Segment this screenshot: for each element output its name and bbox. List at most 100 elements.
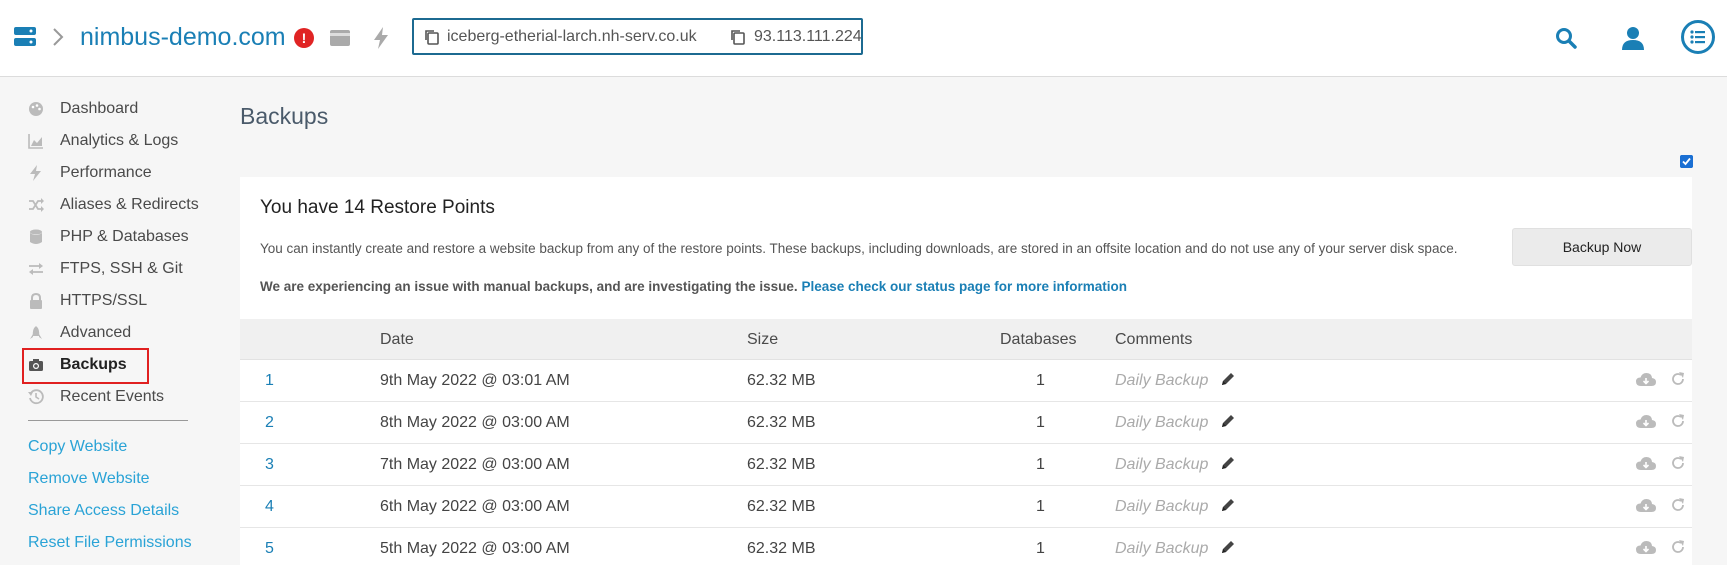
backup-databases: 1 [1036, 456, 1045, 473]
search-icon[interactable] [1555, 27, 1577, 49]
download-cloud-icon[interactable] [1636, 456, 1656, 472]
backup-databases: 1 [1036, 540, 1045, 557]
restore-icon[interactable] [1670, 413, 1686, 429]
bolt-icon [30, 165, 41, 181]
backup-comment: Daily Backup [1115, 372, 1209, 389]
sidebar-item-label: Dashboard [60, 100, 139, 117]
sidebar-item-label: HTTPS/SSL [60, 292, 148, 309]
table-row: 3 7th May 2022 @ 03:00 AM 62.32 MB 1 Daily B… [240, 444, 1692, 486]
checkbox[interactable] [1680, 155, 1693, 168]
status-page-link[interactable]: Please check our status page for more in… [801, 279, 1127, 294]
backup-date: 7th May 2022 @ 03:00 AM [380, 456, 570, 473]
list-icon[interactable] [1681, 20, 1715, 54]
backup-size: 62.32 MB [747, 540, 816, 557]
backup-comment: Daily Backup [1115, 456, 1209, 473]
chevron-right-icon [53, 28, 64, 46]
edit-comment-icon[interactable] [1220, 539, 1236, 555]
sidebar-item-label: PHP & Databases [60, 228, 189, 245]
backup-databases: 1 [1036, 414, 1045, 431]
user-icon[interactable] [1622, 26, 1644, 50]
top-bar: nimbus-demo.com ! iceberg-etherial-larch… [0, 0, 1727, 77]
server-info-box: iceberg-etherial-larch.nh-serv.co.uk 93.… [412, 18, 863, 55]
row-number[interactable]: 2 [265, 414, 274, 432]
restore-icon[interactable] [1670, 455, 1686, 471]
alert-icon[interactable]: ! [294, 28, 314, 48]
backup-date: 6th May 2022 @ 03:00 AM [380, 498, 570, 515]
backup-size: 62.32 MB [747, 414, 816, 431]
warning-message: We are experiencing an issue with manual… [260, 279, 1127, 294]
download-cloud-icon[interactable] [1636, 498, 1656, 514]
edit-comment-icon[interactable] [1220, 497, 1236, 513]
sidebar-item-advanced[interactable]: Advanced [22, 317, 222, 349]
row-number[interactable]: 4 [265, 498, 274, 516]
column-header-date: Date [380, 331, 414, 348]
rocket-icon [30, 326, 42, 339]
server-icon[interactable] [14, 27, 36, 47]
sidebar-item-dashboard[interactable]: Dashboard [22, 93, 222, 125]
restore-points-card: You have 14 Restore Points You can insta… [240, 177, 1692, 565]
download-cloud-icon[interactable] [1636, 414, 1656, 430]
sidebar-item-label: Analytics & Logs [60, 132, 179, 149]
share-access-details-link[interactable]: Share Access Details [28, 502, 179, 520]
reset-file-permissions-link[interactable]: Reset File Permissions [28, 534, 192, 552]
table-row: 4 6th May 2022 @ 03:00 AM 62.32 MB 1 Daily B… [240, 486, 1692, 528]
backup-comment: Daily Backup [1115, 498, 1209, 515]
backup-size: 62.32 MB [747, 498, 816, 515]
column-header-size: Size [747, 331, 779, 348]
copy-icon[interactable] [730, 29, 746, 45]
card-icon[interactable] [329, 28, 351, 48]
exchange-icon [29, 263, 43, 275]
sidebar-item-performance[interactable]: Performance [22, 157, 222, 189]
active-highlight [22, 348, 149, 384]
copy-website-link[interactable]: Copy Website [28, 438, 127, 456]
backup-size: 62.32 MB [747, 372, 816, 389]
palette-icon [29, 102, 43, 116]
edit-comment-icon[interactable] [1220, 455, 1236, 471]
sidebar-item-label: Advanced [60, 324, 132, 341]
sidebar-item-recent-events[interactable]: Recent Events [22, 381, 222, 413]
sidebar-item-label: Performance [60, 164, 152, 181]
page-title: Backups [240, 103, 329, 129]
restore-icon[interactable] [1670, 371, 1686, 387]
sidebar-divider [28, 420, 188, 421]
edit-comment-icon[interactable] [1220, 371, 1236, 387]
table-row: 1 9th May 2022 @ 03:01 AM 62.32 MB 1 Daily B… [240, 360, 1692, 402]
warning-text: We are experiencing an issue with manual… [260, 279, 798, 294]
copy-icon[interactable] [424, 29, 440, 45]
remove-website-link[interactable]: Remove Website [28, 470, 150, 488]
sidebar-item-label: Aliases & Redirects [60, 196, 199, 213]
backup-date: 8th May 2022 @ 03:00 AM [380, 414, 570, 431]
site-domain[interactable]: nimbus-demo.com [80, 21, 286, 53]
row-number[interactable]: 5 [265, 540, 274, 558]
backup-databases: 1 [1036, 498, 1045, 515]
sidebar-item-https-ssl[interactable]: HTTPS/SSL [22, 285, 222, 317]
bolt-icon[interactable] [371, 27, 391, 49]
sidebar-item-analytics[interactable]: Analytics & Logs [22, 125, 222, 157]
table-row: 5 5th May 2022 @ 03:00 AM 62.32 MB 1 Daily B… [240, 528, 1692, 565]
area-chart-icon [28, 134, 43, 149]
edit-comment-icon[interactable] [1220, 413, 1236, 429]
row-number[interactable]: 3 [265, 456, 274, 474]
sidebar-item-label: FTPS, SSH & Git [60, 260, 183, 277]
sidebar-item-label: Recent Events [60, 388, 165, 405]
sidebar-item-ftps-ssh-git[interactable]: FTPS, SSH & Git [22, 253, 222, 285]
download-cloud-icon[interactable] [1636, 540, 1656, 556]
backup-date: 9th May 2022 @ 03:01 AM [380, 372, 570, 389]
server-hostname[interactable]: iceberg-etherial-larch.nh-serv.co.uk [447, 28, 697, 46]
lock-icon [30, 293, 42, 309]
sidebar-item-aliases[interactable]: Aliases & Redirects [22, 189, 222, 221]
row-number[interactable]: 1 [265, 372, 274, 390]
restore-icon[interactable] [1670, 539, 1686, 555]
backup-databases: 1 [1036, 372, 1045, 389]
card-title: You have 14 Restore Points [260, 197, 495, 218]
backup-now-button[interactable]: Backup Now [1512, 228, 1692, 266]
backup-comment: Daily Backup [1115, 540, 1209, 557]
sidebar-item-php-databases[interactable]: PHP & Databases [22, 221, 222, 253]
download-cloud-icon[interactable] [1636, 372, 1656, 388]
server-ip[interactable]: 93.113.111.224 [754, 28, 862, 46]
history-icon [28, 389, 44, 405]
database-icon [30, 229, 42, 244]
backup-size: 62.32 MB [747, 456, 816, 473]
backup-comment: Daily Backup [1115, 414, 1209, 431]
restore-icon[interactable] [1670, 497, 1686, 513]
